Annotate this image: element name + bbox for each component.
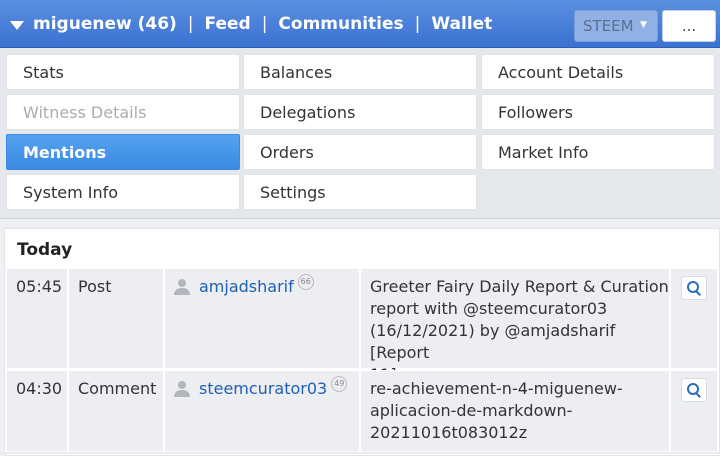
more-button[interactable]: ... [662,10,716,42]
top-nav-bar: miguenew (46) | Feed | Communities | Wal… [0,0,720,48]
table-row: 05:45 Post amjadsharif 66 Greeter Fairy … [7,268,717,384]
menu-item-orders[interactable]: Orders [243,134,477,170]
author-link[interactable]: amjadsharif [199,276,294,298]
token-select-value: STEEM [583,17,634,35]
menu-item-account-details[interactable]: Account Details [481,54,715,90]
caret-down-icon[interactable] [10,20,24,30]
action-cell [671,371,717,451]
mention-type: Comment [78,379,157,398]
type-cell: Post [69,269,165,368]
mentions-panel: Today 05:45 Post amjadsharif 66 Greeter … [4,228,720,456]
wallet-link[interactable]: Wallet [431,14,492,34]
title-cell: Greeter Fairy Daily Report & Curation re… [361,269,671,384]
mention-time: 04:30 [16,379,63,398]
type-cell: Comment [69,371,165,451]
reputation-badge: 49 [331,376,348,392]
title-line: Greeter Fairy Daily Report & Curation [370,277,669,296]
table-row: 04:30 Comment steemcurator03 49 re-achie… [7,370,717,451]
view-button[interactable] [681,378,707,402]
title-line: report with @steemcurator03 [370,299,608,318]
account-link[interactable]: miguenew (46) [33,14,177,34]
author-link[interactable]: steemcurator03 [199,378,327,400]
menu-item-balances[interactable]: Balances [243,54,477,90]
author-cell: amjadsharif 66 [165,269,361,368]
search-icon [687,281,701,296]
section-heading: Today [17,240,73,260]
mention-time: 05:45 [16,277,63,296]
feed-link[interactable]: Feed [205,14,251,34]
select-arrow-icon: ▼ [640,20,647,30]
author-cell: steemcurator03 49 [165,371,361,451]
author: amjadsharif 66 [174,274,314,298]
title-line: aplicacion-de-markdown- [370,401,573,420]
title-line: (16/12/2021) by @amjadsharif [Report [370,321,616,362]
author: steemcurator03 49 [174,376,348,400]
title-cell: re-achievement-n-4-miguenew- aplicacion-… [361,371,671,451]
nav-separator: | [261,14,268,34]
reputation-badge: 66 [297,274,314,290]
post-title-link[interactable]: re-achievement-n-4-miguenew- aplicacion-… [370,378,623,444]
time-cell: 05:45 [7,269,69,368]
menu-item-system-info[interactable]: System Info [6,174,240,210]
user-icon [174,279,190,295]
menu-item-market-info[interactable]: Market Info [481,134,715,170]
view-button[interactable] [681,276,707,300]
title-line: re-achievement-n-4-miguenew- [370,379,623,398]
nav-separator: | [414,14,421,34]
section-menu: Stats Balances Account Details Witness D… [0,48,720,219]
menu-item-mentions[interactable]: Mentions [6,134,240,170]
search-icon [687,383,701,398]
token-select[interactable]: STEEM ▼ [574,10,658,42]
communities-link[interactable]: Communities [278,14,403,34]
mention-type: Post [78,277,112,296]
menu-item-delegations[interactable]: Delegations [243,94,477,130]
nav-separator: | [187,14,194,34]
menu-item-settings[interactable]: Settings [243,174,477,210]
menu-item-witness-details: Witness Details [6,94,240,130]
title-line: 20211016t083012z [370,423,528,442]
user-icon [174,381,190,397]
menu-item-stats[interactable]: Stats [6,54,240,90]
menu-item-followers[interactable]: Followers [481,94,715,130]
account-nav: miguenew (46) | Feed | Communities | Wal… [10,0,492,48]
action-cell [671,269,717,368]
time-cell: 04:30 [7,371,69,451]
